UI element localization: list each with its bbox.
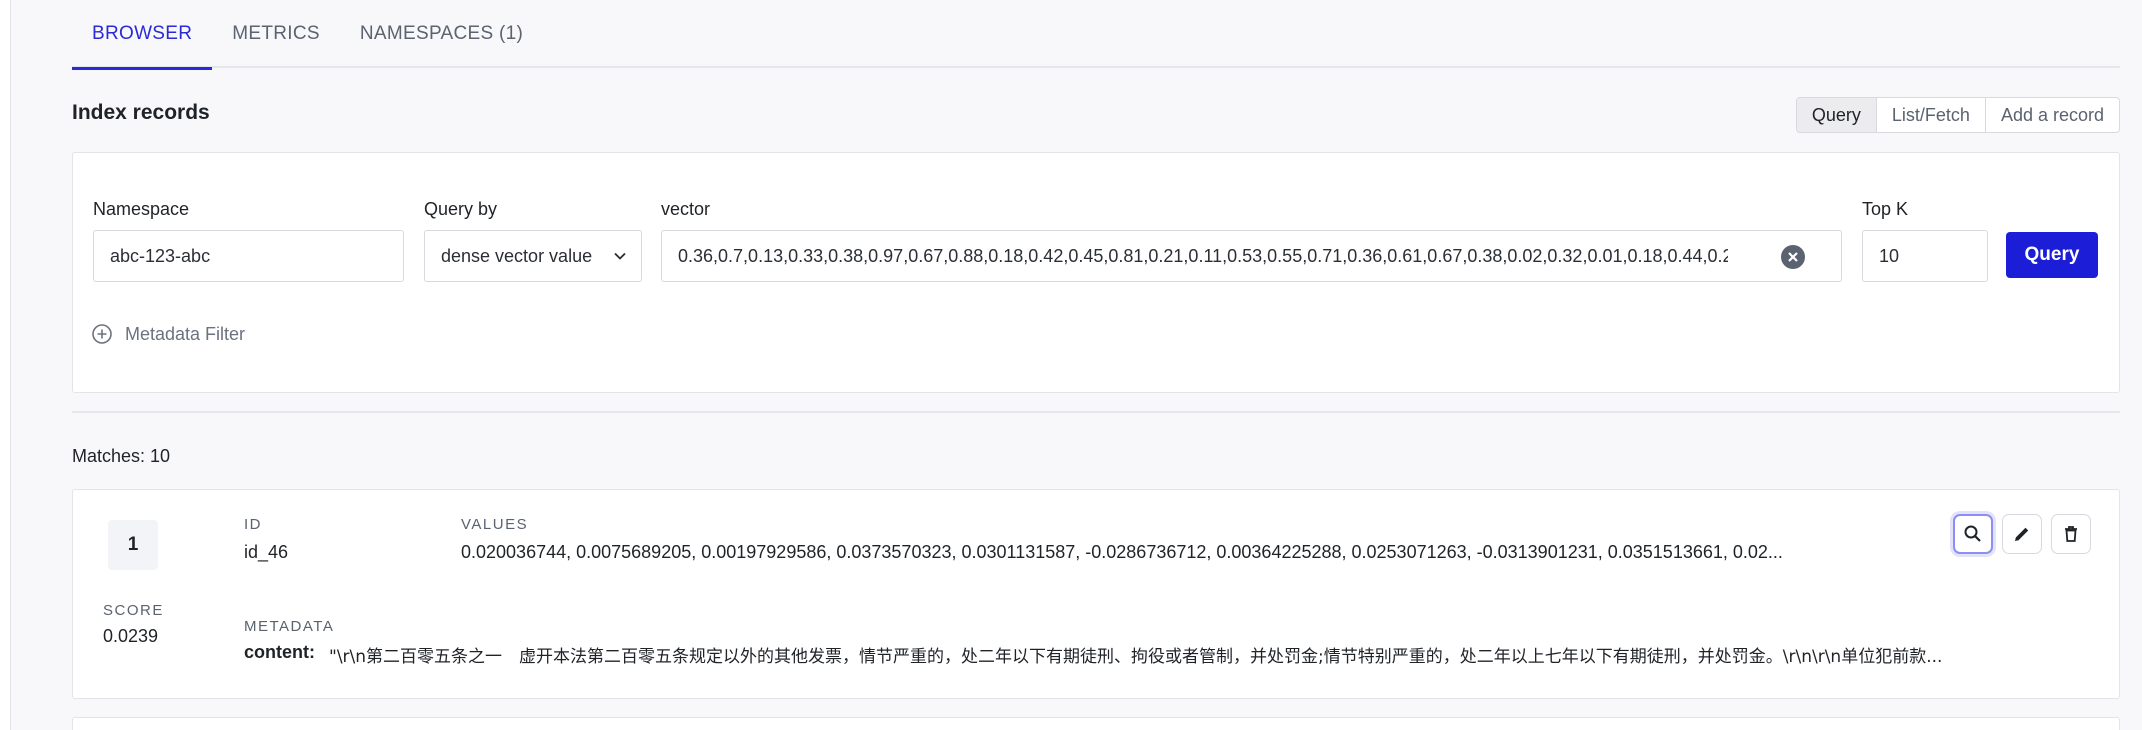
topk-label: Top K <box>1862 199 1909 219</box>
search-icon <box>1964 525 1981 542</box>
metadata-filter-button[interactable]: Metadata Filter <box>91 323 245 345</box>
values-label: VALUES <box>461 516 529 533</box>
edit-icon <box>2015 527 2029 541</box>
metadata-filter-label: Metadata Filter <box>125 323 246 344</box>
content-value: "\r\n第二百零五条之一 虚开本法第二百零五条规定以外的其他发票，情节严重的，… <box>329 647 1943 667</box>
score-label: SCORE <box>103 602 164 619</box>
query-by-value: dense vector value <box>441 245 593 266</box>
tab-bar: BROWSER METRICS NAMESPACES (1) <box>72 0 2120 70</box>
vector-input[interactable]: 0.36,0.7,0.13,0.33,0.38,0.97,0.67,0.88,0… <box>661 230 1842 282</box>
namespace-input[interactable]: abc-123-abc <box>93 230 404 282</box>
rank-badge: 1 <box>108 520 158 570</box>
id-label: ID <box>244 516 262 533</box>
tab-namespaces[interactable]: NAMESPACES (1) <box>340 0 543 68</box>
content-key: content: <box>244 642 315 662</box>
edit-button[interactable] <box>2002 514 2042 554</box>
matches-count: Matches: 10 <box>72 446 171 466</box>
topk-input[interactable]: 10 <box>1862 230 1988 282</box>
search-button[interactable] <box>1953 514 1993 554</box>
trash-icon <box>2065 526 2077 542</box>
id-value: id_46 <box>244 542 289 562</box>
section-title: Index records <box>72 101 210 124</box>
result-card-next <box>72 717 2120 730</box>
vector-label: vector <box>661 199 711 219</box>
left-rail <box>0 0 11 730</box>
query-form-card: Namespace abc-123-abc Query by dense vec… <box>72 152 2120 393</box>
mode-toggle-group: Query List/Fetch Add a record <box>1795 97 2120 133</box>
clear-icon[interactable] <box>1781 245 1805 269</box>
values-value: 0.020036744, 0.0075689205, 0.00197929586… <box>461 542 1783 562</box>
metadata-content-row: content: "\r\n第二百零五条之一 虚开本法第二百零五条规定以外的其他… <box>244 642 2003 667</box>
namespace-label: Namespace <box>93 199 190 219</box>
tab-browser[interactable]: BROWSER <box>72 0 213 70</box>
query-by-select[interactable]: dense vector value <box>424 230 642 282</box>
score-value: 0.0239 <box>103 626 159 646</box>
add-record-mode-button[interactable]: Add a record <box>1986 98 2119 132</box>
section-divider <box>72 411 2120 413</box>
plus-circle-icon <box>92 324 112 344</box>
list-fetch-mode-button[interactable]: List/Fetch <box>1877 98 1986 132</box>
query-mode-button[interactable]: Query <box>1796 98 1877 132</box>
tab-metrics[interactable]: METRICS <box>212 0 340 68</box>
delete-button[interactable] <box>2051 514 2091 554</box>
metadata-label: METADATA <box>244 618 335 635</box>
chevron-down-icon <box>614 252 626 260</box>
query-button[interactable]: Query <box>2006 232 2098 278</box>
namespace-value: abc-123-abc <box>110 245 211 266</box>
topk-value: 10 <box>1879 245 1900 266</box>
query-by-label: Query by <box>424 199 498 219</box>
vector-value: 0.36,0.7,0.13,0.33,0.38,0.97,0.67,0.88,0… <box>678 245 1728 266</box>
main-content: BROWSER METRICS NAMESPACES (1) Index rec… <box>72 0 2120 730</box>
result-card: 1 SCORE 0.0239 ID id_46 VALUES 0.0200367… <box>72 489 2120 699</box>
